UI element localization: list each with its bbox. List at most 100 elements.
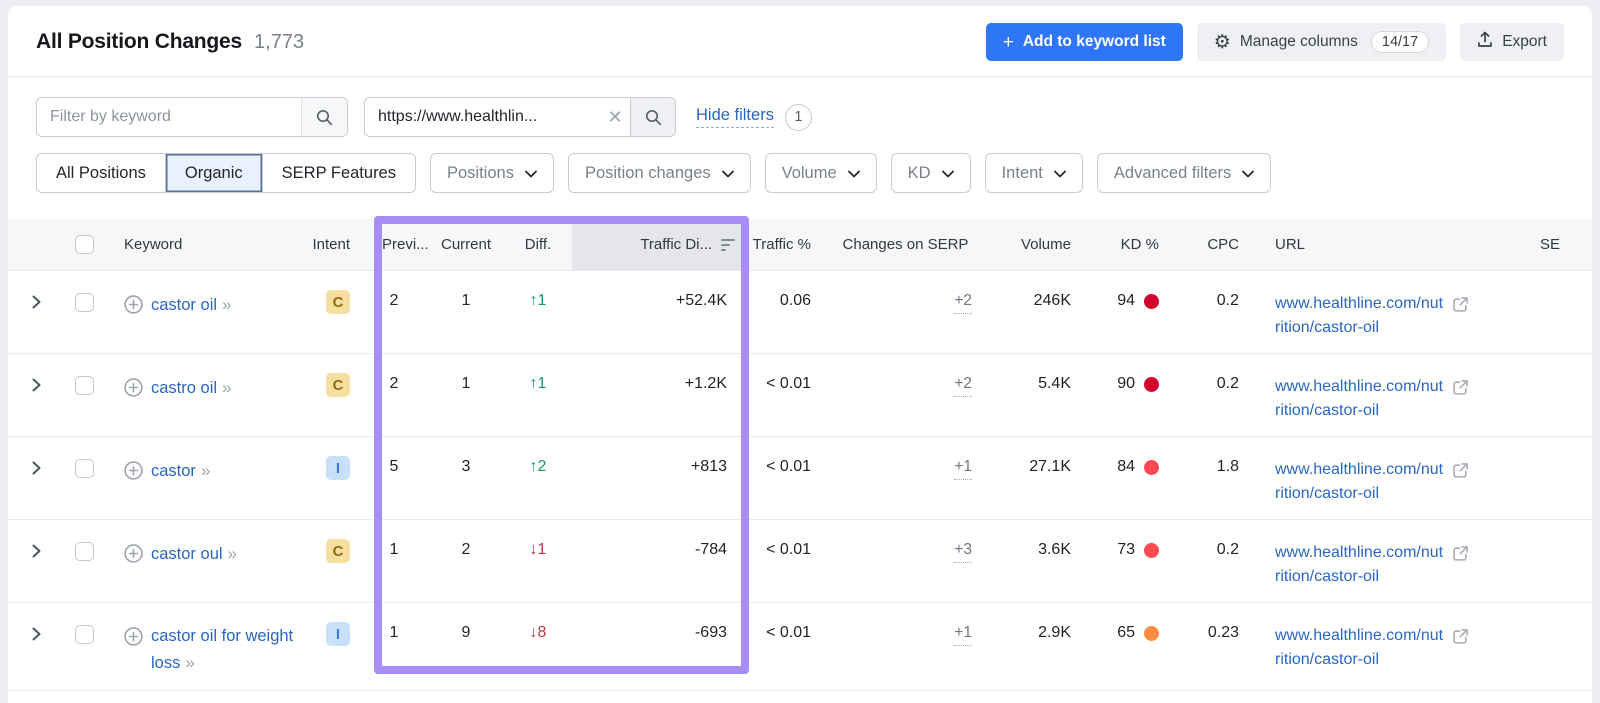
filter-inputs-row: ✕ Hide filters 1 [36, 97, 1564, 137]
keyword-filter-input[interactable] [37, 98, 301, 136]
volume-value: 246K [988, 271, 1083, 353]
columns-count-badge: 14/17 [1371, 31, 1429, 53]
external-link-icon[interactable] [1452, 379, 1469, 396]
row-checkbox[interactable] [75, 542, 94, 561]
intent-badge[interactable]: C [326, 539, 350, 563]
row-checkbox[interactable] [75, 459, 94, 478]
intent-badge[interactable]: C [326, 290, 350, 314]
export-button[interactable]: Export [1460, 23, 1564, 61]
tab-organic[interactable]: Organic [166, 154, 263, 192]
column-header-traffic-diff[interactable]: Traffic Di... [572, 219, 748, 270]
kd-dropdown[interactable]: KD [891, 153, 971, 193]
keyword-link[interactable]: castor oul [151, 545, 223, 563]
search-icon [645, 109, 662, 126]
row-checkbox[interactable] [75, 625, 94, 644]
intent-badge[interactable]: I [326, 622, 350, 646]
column-header-intent[interactable]: Intent [300, 219, 360, 270]
filter-controls-row: All Positions Organic SERP Features Posi… [36, 153, 1564, 193]
position-changes-dropdown[interactable]: Position changes [568, 153, 751, 193]
keyword-link[interactable]: castor oil [151, 296, 217, 314]
column-header-se-truncated[interactable]: SE [1516, 219, 1592, 270]
add-keyword-icon[interactable] [124, 627, 143, 646]
intent-badge[interactable]: I [326, 456, 350, 480]
column-header-kd[interactable]: KD % [1083, 219, 1173, 270]
table-body: castor oil» C 2 1 ↑1 +52.4K 0.06 +2 246K… [8, 271, 1592, 691]
open-keyword-icon[interactable]: » [222, 378, 231, 397]
result-url-link[interactable]: www.healthline.com/nut [1275, 292, 1443, 316]
intent-badge[interactable]: C [326, 373, 350, 397]
column-header-keyword[interactable]: Keyword [104, 219, 300, 270]
add-keyword-icon[interactable] [124, 378, 143, 397]
clear-icon[interactable]: ✕ [600, 98, 630, 136]
expand-row-icon[interactable] [32, 295, 41, 309]
kd-difficulty-dot [1144, 543, 1159, 558]
changes-on-serp-value[interactable]: +2 [954, 292, 972, 314]
result-url-link[interactable]: www.healthline.com/nut [1275, 624, 1443, 648]
keyword-search-button[interactable] [301, 98, 347, 136]
external-link-icon[interactable] [1452, 296, 1469, 313]
add-keyword-icon[interactable] [124, 544, 143, 563]
open-keyword-icon[interactable]: » [228, 544, 237, 563]
chevron-down-icon [1054, 170, 1066, 178]
cpc-value: 0.2 [1173, 520, 1251, 602]
add-keyword-icon[interactable] [124, 295, 143, 314]
result-url-link-wrap[interactable]: rition/castor-oil [1275, 485, 1379, 502]
keywords-table: Keyword Intent Previ... Current Diff. Tr… [8, 219, 1592, 691]
row-checkbox[interactable] [75, 376, 94, 395]
external-link-icon[interactable] [1452, 628, 1469, 645]
result-url-link-wrap[interactable]: rition/castor-oil [1275, 402, 1379, 419]
kd-difficulty-dot [1144, 626, 1159, 641]
result-url-link[interactable]: www.healthline.com/nut [1275, 541, 1443, 565]
open-keyword-icon[interactable]: » [201, 461, 210, 480]
result-url-link-wrap[interactable]: rition/castor-oil [1275, 319, 1379, 336]
result-url-link[interactable]: www.healthline.com/nut [1275, 375, 1443, 399]
keyword-link[interactable]: castro oil [151, 379, 217, 397]
changes-on-serp-value[interactable]: +3 [954, 541, 972, 563]
kd-value: 94 [1117, 292, 1135, 310]
tab-serp-features[interactable]: SERP Features [263, 154, 415, 192]
row-checkbox[interactable] [75, 293, 94, 312]
current-position-value: 3 [428, 437, 504, 519]
column-header-volume[interactable]: Volume [988, 219, 1083, 270]
external-link-icon[interactable] [1452, 545, 1469, 562]
expand-row-icon[interactable] [32, 461, 41, 475]
column-header-cpc[interactable]: CPC [1173, 219, 1251, 270]
column-header-previous[interactable]: Previ... [360, 219, 428, 270]
expand-row-icon[interactable] [32, 378, 41, 392]
keyword-link[interactable]: castor [151, 462, 196, 480]
column-header-changes-on-serp[interactable]: Changes on SERP [823, 219, 988, 270]
changes-on-serp-value[interactable]: +1 [954, 624, 972, 646]
result-url-link-wrap[interactable]: rition/castor-oil [1275, 651, 1379, 668]
tab-all-positions[interactable]: All Positions [37, 154, 166, 192]
column-header-traffic-pct[interactable]: Traffic % [748, 219, 823, 270]
url-filter-input[interactable] [365, 98, 600, 136]
open-keyword-icon[interactable]: » [222, 295, 231, 314]
keyword-link[interactable]: castor oil for weight loss [151, 627, 293, 672]
positions-dropdown[interactable]: Positions [430, 153, 554, 193]
gear-icon: ⚙ [1214, 33, 1231, 52]
add-keyword-icon[interactable] [124, 461, 143, 480]
url-search-button[interactable] [630, 98, 675, 136]
column-header-diff[interactable]: Diff. [504, 219, 572, 270]
table-row: castor oil for weight loss» I 1 9 ↓8 -69… [8, 603, 1592, 691]
result-url-link-wrap[interactable]: rition/castor-oil [1275, 568, 1379, 585]
open-keyword-icon[interactable]: » [185, 653, 194, 672]
changes-on-serp-value[interactable]: +1 [954, 458, 972, 480]
hide-filters-link[interactable]: Hide filters [696, 106, 774, 128]
column-header-current[interactable]: Current [428, 219, 504, 270]
advanced-filters-dropdown[interactable]: Advanced filters [1097, 153, 1271, 193]
column-header-url[interactable]: URL [1251, 219, 1516, 270]
manage-columns-button[interactable]: ⚙ Manage columns 14/17 [1197, 23, 1446, 61]
previous-position-value: 1 [360, 520, 428, 602]
result-url-link[interactable]: www.healthline.com/nut [1275, 458, 1443, 482]
external-link-icon[interactable] [1452, 462, 1469, 479]
expand-row-icon[interactable] [32, 627, 41, 641]
intent-dropdown[interactable]: Intent [985, 153, 1083, 193]
add-to-keyword-list-button[interactable]: + Add to keyword list [986, 23, 1183, 61]
kd-value: 65 [1117, 624, 1135, 642]
volume-dropdown[interactable]: Volume [765, 153, 877, 193]
select-all-checkbox[interactable] [75, 235, 94, 254]
position-diff-value: ↑1 [504, 271, 572, 353]
changes-on-serp-value[interactable]: +2 [954, 375, 972, 397]
expand-row-icon[interactable] [32, 544, 41, 558]
